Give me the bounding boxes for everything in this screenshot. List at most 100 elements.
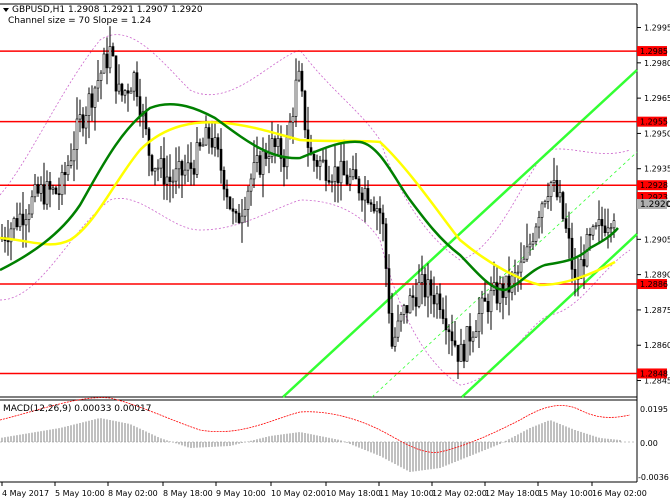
macd-bar <box>391 442 393 463</box>
price-tick-label: 1.2935 <box>644 165 670 174</box>
candle-body <box>219 148 223 171</box>
macd-bar <box>484 442 486 450</box>
candle-body <box>75 118 79 150</box>
macd-bar <box>400 442 402 468</box>
price-tick-label: 1.2890 <box>644 271 670 280</box>
candle-body <box>363 188 367 201</box>
level-tag-label: 1.2985 <box>640 47 668 56</box>
macd-bar <box>562 425 564 442</box>
candle-body <box>303 90 307 131</box>
macd-bar <box>28 433 30 442</box>
candle-body <box>90 93 94 108</box>
macd-bar <box>316 435 318 442</box>
candle-body <box>168 176 172 182</box>
macd-bar <box>43 430 45 442</box>
candle-body <box>324 159 328 181</box>
candle-body <box>402 305 406 315</box>
macd-bar <box>181 442 183 446</box>
macd-bar <box>67 426 69 442</box>
macd-bar <box>286 433 288 442</box>
candle-body <box>345 174 349 185</box>
macd-bar <box>193 442 195 448</box>
macd-bar <box>346 442 348 443</box>
macd-bar <box>280 434 282 442</box>
macd-bar <box>601 438 603 442</box>
macd-bar <box>31 432 33 442</box>
candle-body <box>201 144 205 147</box>
level-tag-label: 1.2928 <box>640 181 668 190</box>
symbol-quote-line: GBPUSD,H1 1.2908 1.2921 1.2907 1.2920 <box>12 5 203 15</box>
macd-bar <box>88 420 90 442</box>
candle-body <box>288 121 292 138</box>
macd-bar <box>178 442 180 445</box>
candle-body <box>27 213 31 220</box>
macd-bar <box>433 442 435 469</box>
macd-tick-bottom: -0.0036 <box>638 473 669 482</box>
candle-body <box>558 192 562 198</box>
candle-body <box>243 209 247 217</box>
macd-bar <box>526 429 528 442</box>
candle-body <box>480 297 484 314</box>
candle-body <box>180 161 184 176</box>
macd-bar <box>574 430 576 442</box>
macd-bar <box>379 442 381 456</box>
candle-body <box>504 275 508 298</box>
candle-body <box>441 309 445 319</box>
candle-body <box>96 80 100 89</box>
candle-body <box>108 46 112 69</box>
macd-bar <box>451 442 453 464</box>
candle-body <box>591 226 595 236</box>
macd-bar <box>547 420 549 442</box>
candle-body <box>57 193 61 196</box>
macd-bar <box>544 422 546 442</box>
macd-bar <box>439 442 441 468</box>
macd-bar <box>100 418 102 442</box>
candle-body <box>51 187 55 190</box>
macd-bar <box>412 442 414 472</box>
macd-bar <box>325 437 327 442</box>
macd-bar <box>76 423 78 442</box>
macd-bar <box>133 425 135 442</box>
candle-body <box>48 181 52 190</box>
candle-body <box>393 336 397 347</box>
macd-bar <box>328 437 330 442</box>
macd-bar <box>322 436 324 442</box>
candle-body <box>468 326 472 342</box>
macd-bar <box>157 437 159 442</box>
candle-body <box>261 150 265 175</box>
candle-body <box>360 192 364 201</box>
candle-body <box>60 172 64 196</box>
candle-body <box>408 295 412 314</box>
macd-bar <box>457 442 459 461</box>
macd-bar <box>121 422 123 442</box>
macd-bar <box>445 442 447 466</box>
macd-bar <box>430 442 432 470</box>
macd-bar <box>229 442 231 446</box>
candle-body <box>375 208 379 212</box>
candle-body <box>327 180 331 183</box>
macd-bar <box>202 442 204 448</box>
macd-bar <box>577 430 579 442</box>
macd-bar <box>523 431 525 442</box>
macd-bar <box>292 432 294 442</box>
macd-bar <box>418 442 420 471</box>
macd-bar <box>358 442 360 448</box>
macd-bar <box>49 429 51 442</box>
price-chart[interactable]: 1.2995 1.2980 1.2965 1.2950 1.2935 1.2920 1.29… <box>0 0 670 502</box>
macd-bar <box>598 437 600 442</box>
price-tick-label: 1.2965 <box>644 94 670 103</box>
candle-body <box>330 181 334 183</box>
candle-body <box>45 181 49 205</box>
time-tick-label: 4 May 2017 <box>2 489 49 498</box>
macd-bar <box>616 439 618 442</box>
candle-body <box>105 53 109 69</box>
candle-body <box>135 72 139 97</box>
candle-body <box>483 297 487 302</box>
macd-bar <box>85 421 87 442</box>
candle-body <box>381 212 385 225</box>
macd-bar <box>394 442 396 464</box>
macd-bar <box>613 439 615 442</box>
macd-bar <box>469 442 471 456</box>
macd-bar <box>361 442 363 449</box>
macd-bar <box>313 434 315 442</box>
